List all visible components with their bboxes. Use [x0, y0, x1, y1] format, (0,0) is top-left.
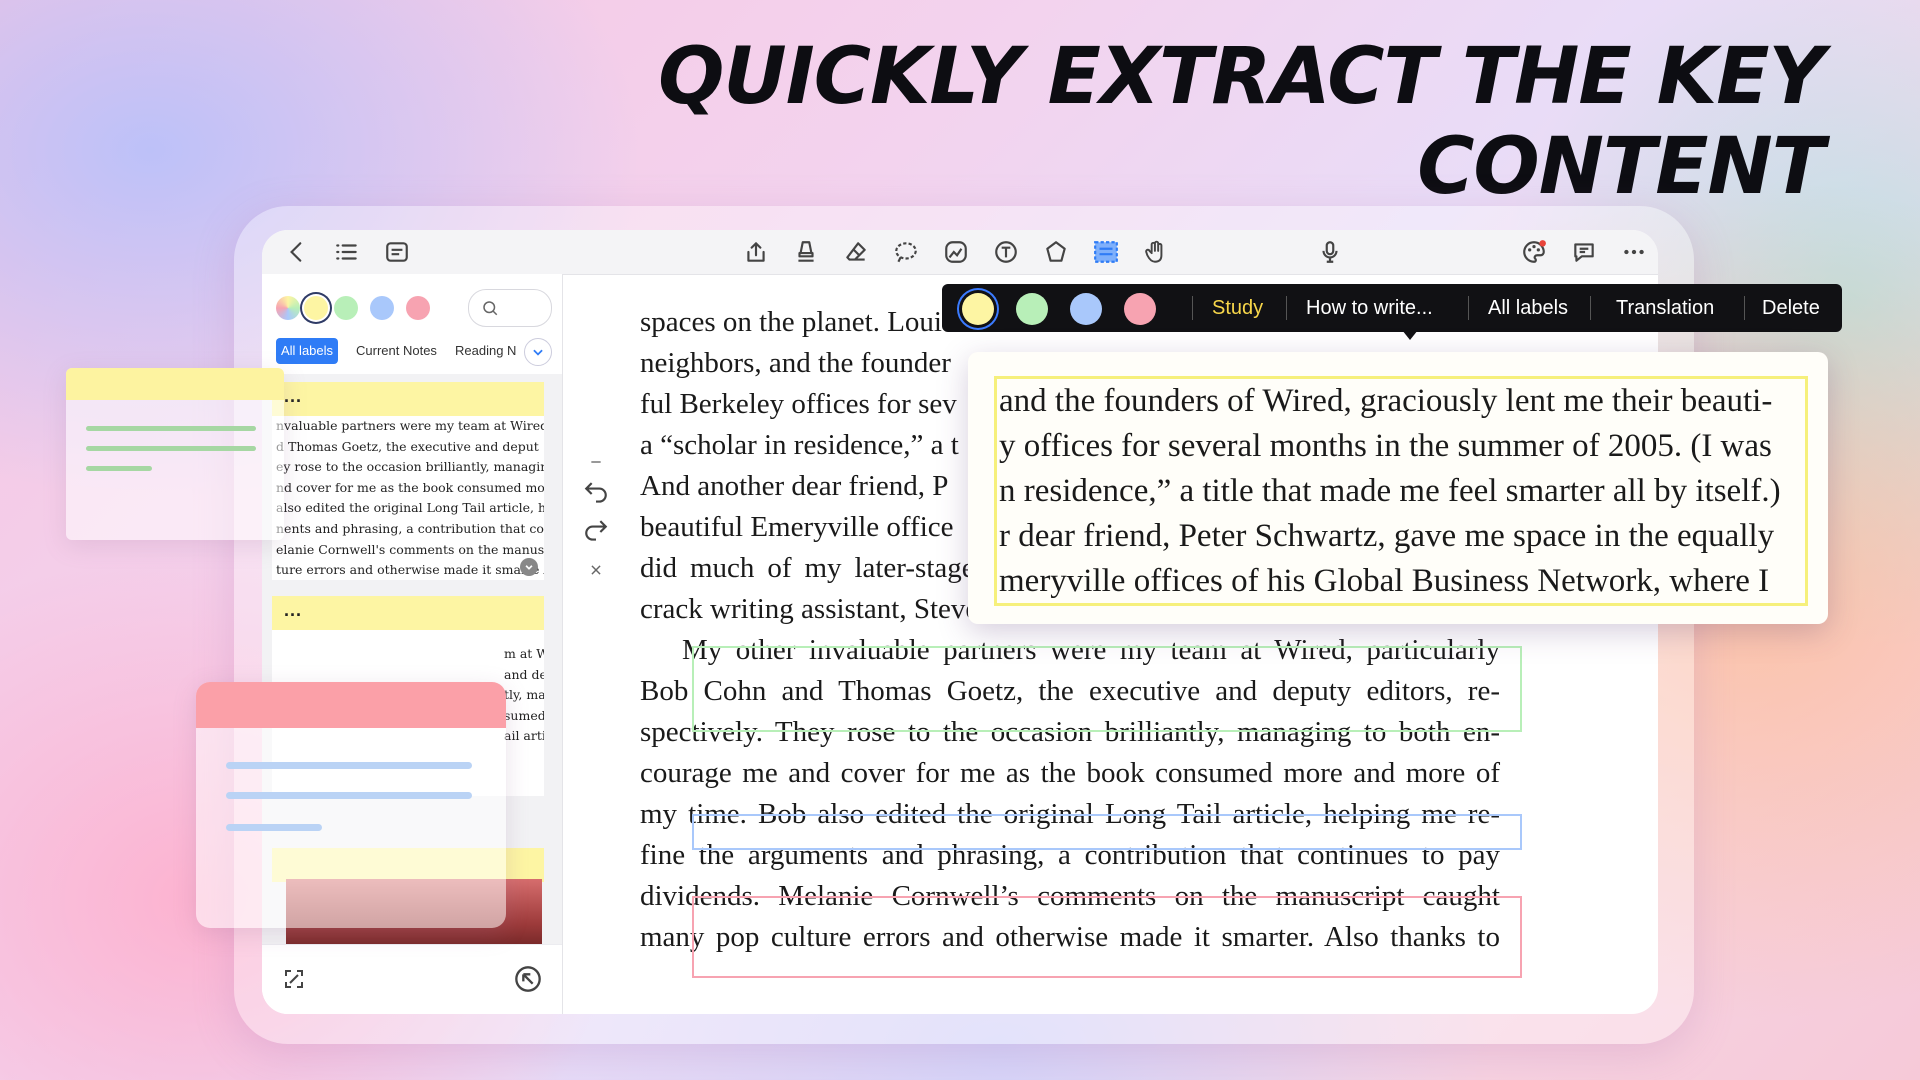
- image-icon[interactable]: [941, 237, 971, 267]
- menu-divider: [1590, 296, 1591, 320]
- selection-icon[interactable]: [1091, 237, 1121, 267]
- filter-all-colors[interactable]: [276, 296, 300, 320]
- menu-how-to-write[interactable]: How to write...: [1306, 284, 1433, 332]
- undo-icon[interactable]: [582, 480, 610, 508]
- search-icon: [483, 301, 498, 316]
- hand-icon[interactable]: [1141, 237, 1171, 267]
- menu-all-labels[interactable]: All labels: [1488, 284, 1568, 332]
- search-input[interactable]: [468, 289, 552, 327]
- microphone-icon[interactable]: [1315, 237, 1345, 267]
- note-line: d Thomas Goetz, the executive and deput: [276, 438, 539, 454]
- excerpt-line: r dear friend, Peter Schwartz, gave me s…: [999, 518, 1775, 554]
- expand-note-icon[interactable]: [520, 558, 538, 576]
- headline: QUICKLY EXTRACT THE KEY CONTENT: [658, 32, 1825, 212]
- book-line: courage me and cover for me as the book …: [640, 757, 1500, 789]
- redo-icon[interactable]: [582, 518, 610, 546]
- minimize-icon[interactable]: [582, 448, 610, 476]
- close-icon[interactable]: [582, 556, 610, 584]
- tab-reading-notes[interactable]: Reading N: [455, 338, 517, 364]
- sidebar-footer: [262, 944, 562, 1014]
- excerpt-line: meryville offices of his Global Business…: [999, 563, 1770, 599]
- shape-icon[interactable]: [1041, 237, 1071, 267]
- menu-divider: [1744, 296, 1745, 320]
- excerpt-line: y offices for several months in the summ…: [999, 428, 1772, 464]
- tab-current-notes[interactable]: Current Notes: [356, 338, 437, 364]
- note-header: ...: [272, 596, 544, 630]
- excerpt-line: n residence,” a title that made me feel …: [999, 473, 1781, 509]
- filter-blue[interactable]: [370, 296, 394, 320]
- excerpt-line: and the founders of Wired, graciously le…: [999, 383, 1773, 419]
- text-icon[interactable]: [991, 237, 1021, 267]
- menu-color-green[interactable]: [1016, 293, 1048, 325]
- top-toolbar: [262, 230, 1658, 275]
- more-icon[interactable]: [1619, 237, 1649, 267]
- yellow-highlight[interactable]: and the founders of Wired, graciously le…: [994, 376, 1808, 606]
- menu-study[interactable]: Study: [1212, 284, 1263, 332]
- eraser-icon[interactable]: [841, 237, 871, 267]
- headline-line-2: CONTENT: [1417, 122, 1825, 212]
- filter-pink[interactable]: [406, 296, 430, 320]
- lasso-icon[interactable]: [891, 237, 921, 267]
- fullscreen-icon[interactable]: [282, 967, 306, 996]
- tab-all-labels[interactable]: All labels: [276, 338, 339, 364]
- filter-green[interactable]: [334, 296, 358, 320]
- note-line: and de: [504, 666, 544, 682]
- menu-color-yellow[interactable]: [962, 293, 994, 325]
- note-line: ail article: [504, 728, 544, 744]
- note-line: ey rose to the occasion brilliantly, man…: [276, 459, 544, 475]
- filter-yellow[interactable]: [304, 296, 328, 320]
- note-line: elanie Cornwell's comments on the manus: [276, 541, 544, 557]
- menu-divider: [1286, 296, 1287, 320]
- comment-icon[interactable]: [1569, 237, 1599, 267]
- floating-yellow-card: [66, 368, 284, 540]
- share-icon[interactable]: [741, 237, 771, 267]
- pen-icon[interactable]: [791, 237, 821, 267]
- page-view-icon[interactable]: [382, 237, 412, 267]
- note-header: ...: [272, 382, 544, 416]
- note-menu-icon[interactable]: ...: [284, 386, 302, 407]
- note-line: nvaluable partners were my team at Wired: [276, 418, 544, 433]
- book-line: dividends. Melanie Cornwell’s comments o…: [640, 880, 1500, 912]
- menu-pointer: [1402, 330, 1418, 340]
- note-menu-icon[interactable]: ...: [284, 600, 302, 621]
- headline-line-1: QUICKLY EXTRACT THE KEY: [658, 32, 1825, 122]
- chevron-down-icon[interactable]: [524, 338, 552, 366]
- note-line: nd cover for me as the book consumed mor…: [276, 479, 544, 495]
- back-icon[interactable]: [282, 237, 312, 267]
- book-line: many pop culture errors and otherwise ma…: [640, 921, 1500, 953]
- outline-list-icon[interactable]: [332, 237, 362, 267]
- menu-translation[interactable]: Translation: [1616, 284, 1714, 332]
- note-line: tly, mana: [504, 687, 544, 703]
- menu-color-blue[interactable]: [1070, 293, 1102, 325]
- note-line: also edited the original Long Tail artic…: [276, 500, 544, 516]
- book-line: spectively. They rose to the occasion br…: [640, 716, 1500, 748]
- color-palette-icon[interactable]: [1519, 237, 1549, 267]
- note-card[interactable]: ... nvaluable partners were my team at W…: [272, 382, 544, 580]
- note-excerpt: nvaluable partners were my team at Wired…: [272, 416, 544, 580]
- menu-delete[interactable]: Delete: [1762, 284, 1820, 332]
- menu-divider: [1192, 296, 1193, 320]
- note-line: sumed m: [504, 707, 544, 723]
- note-line: ture errors and otherwise made it smarte…: [276, 562, 544, 578]
- floating-pink-card: [196, 682, 506, 928]
- menu-divider: [1468, 296, 1469, 320]
- note-line: m at W: [504, 646, 544, 661]
- menu-color-pink[interactable]: [1124, 293, 1156, 325]
- book-line: my time. Bob also edited the original Lo…: [640, 798, 1500, 830]
- highlight-context-menu: Study How to write... All labels Transla…: [942, 284, 1842, 332]
- jump-to-page-icon[interactable]: [514, 965, 542, 998]
- note-line: nents and phrasing, a contribution that …: [276, 520, 544, 536]
- book-line: Bob Cohn and Thomas Goetz, the executive…: [640, 675, 1500, 707]
- book-line: My other invaluable partners were my tea…: [682, 634, 1500, 666]
- book-line: fine the arguments and phrasing, a contr…: [640, 839, 1500, 871]
- magnified-excerpt: and the founders of Wired, graciously le…: [968, 352, 1828, 624]
- edit-tools: [578, 448, 614, 588]
